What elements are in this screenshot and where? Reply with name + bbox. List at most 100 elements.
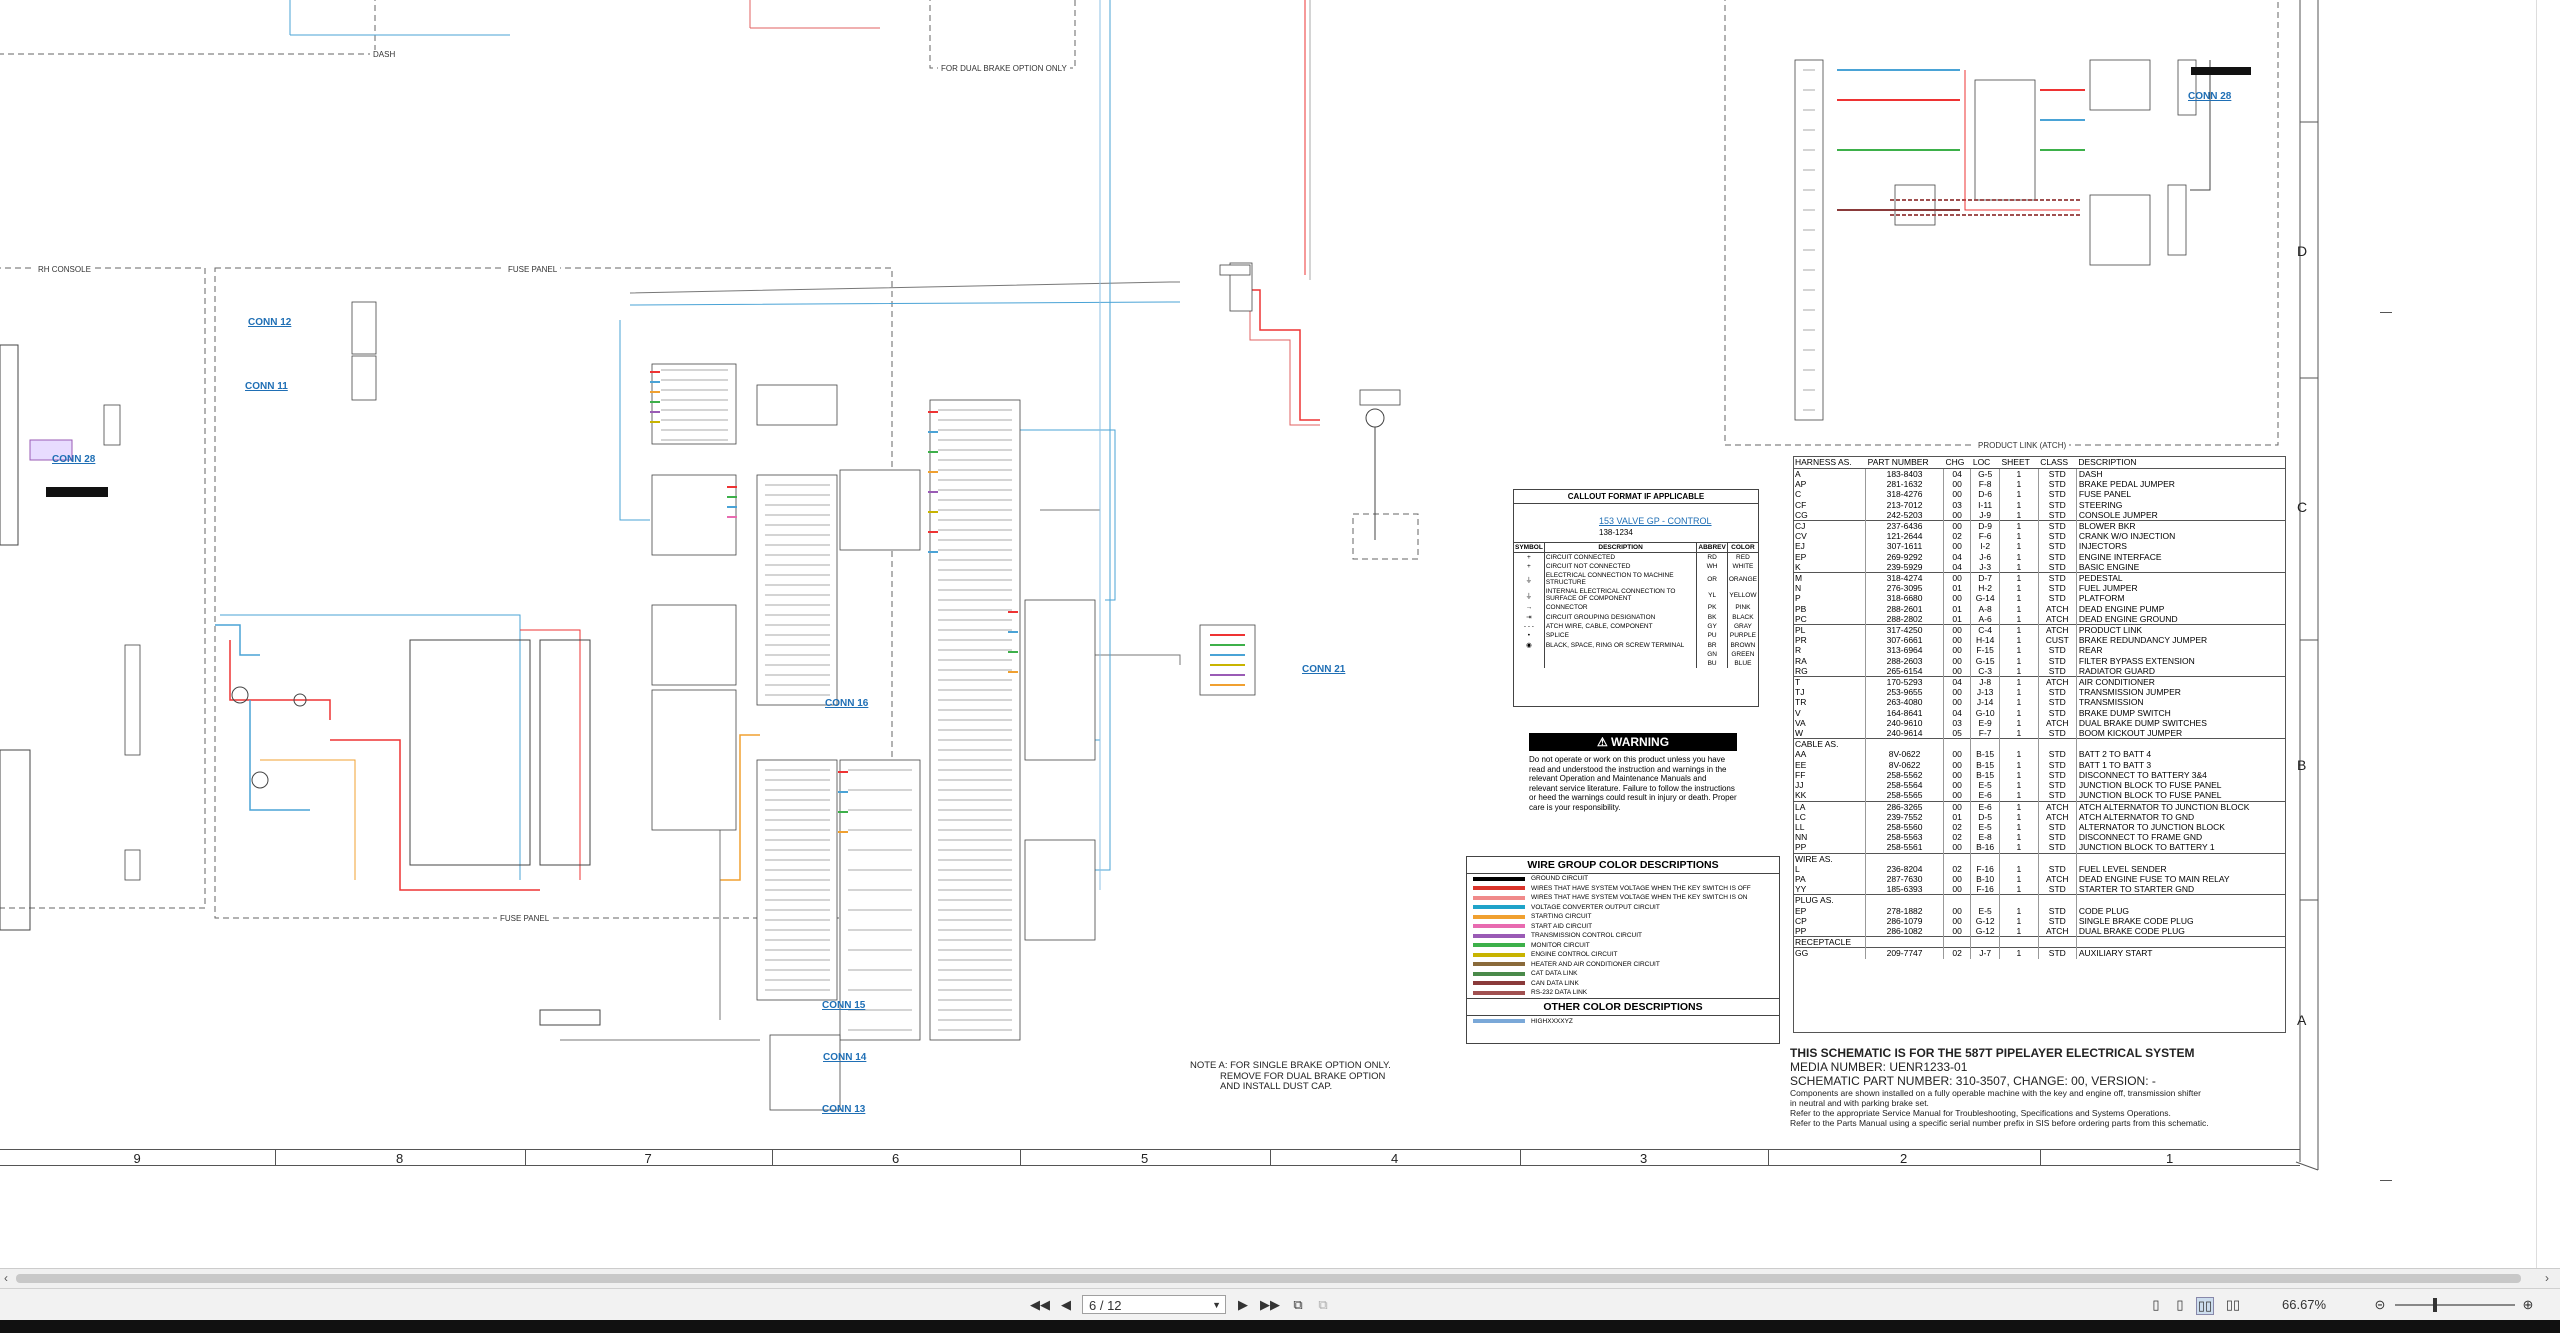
warning-title-text: WARNING <box>1611 735 1670 749</box>
callout-description: INTERNAL ELECTRICAL CONNECTION TO SURFAC… <box>1544 587 1698 603</box>
harness-cell: 00 <box>1943 884 1972 895</box>
document-viewport[interactable]: DASH RH CONSOLE FUSE PANEL FUSE PANEL FO… <box>0 0 2320 1268</box>
harness-cell: 258-5563 <box>1865 832 1944 843</box>
wire-group-item: START AID CIRCUIT <box>1467 922 1779 932</box>
last-page-icon[interactable]: ▶▶ <box>1260 1297 1280 1313</box>
harness-cell: ATCH <box>2038 624 2077 636</box>
harness-cell: J-3 <box>1970 561 2000 573</box>
harness-cell: EP <box>1793 551 1867 562</box>
harness-cell: 1 <box>1999 769 2039 781</box>
harness-cell: NN <box>1793 832 1867 843</box>
callout-color: YELLOW <box>1729 591 1757 599</box>
harness-cell <box>1943 738 1972 750</box>
harness-cell: 00 <box>1943 645 1972 656</box>
harness-cell: 183-8403 <box>1865 468 1944 480</box>
harness-cell <box>1943 894 1972 906</box>
harness-cell: ATCH <box>2038 800 2077 812</box>
conn-15-link[interactable]: CONN 15 <box>822 1000 865 1011</box>
harness-cell: E-8 <box>1970 832 2000 843</box>
callout-row: - - - ATCH WIRE, CABLE, COMPONENT GY GRAY <box>1514 622 1758 631</box>
conn-28-right-link[interactable]: CONN 28 <box>2188 91 2231 102</box>
harness-cell: 1 <box>1999 624 2039 636</box>
zoom-slider[interactable] <box>2395 1304 2515 1306</box>
harness-cell: F-15 <box>1970 645 2000 656</box>
continuous-view-icon[interactable]: ▯ <box>2172 1297 2188 1313</box>
conn-16-link[interactable]: CONN 16 <box>825 698 868 709</box>
harness-cell: E-6 <box>1970 790 2000 801</box>
callout-table: SYMBOL DESCRIPTION ABBREV COLOR + CIRCUIT… <box>1514 543 1758 668</box>
harness-cell: J-9 <box>1970 509 2000 521</box>
harness-cell: 00 <box>1943 479 1972 490</box>
harness-cell: 02 <box>1943 821 1972 833</box>
harness-cell: PRODUCT LINK <box>2076 624 2286 636</box>
chevron-down-icon[interactable]: ▼ <box>1212 1296 1221 1315</box>
harness-cell: 1 <box>1999 613 2039 625</box>
harness-cell: 258-5564 <box>1865 780 1944 791</box>
conn-14-link[interactable]: CONN 14 <box>823 1052 866 1063</box>
scroll-left-icon[interactable]: ‹ <box>4 1271 8 1285</box>
callout-symbol-icon <box>1514 659 1545 668</box>
zoom-slider-thumb[interactable] <box>2433 1298 2437 1312</box>
conn-21-link[interactable]: CONN 21 <box>1302 664 1345 675</box>
scroll-right-icon[interactable]: › <box>2545 1271 2549 1285</box>
harness-cell: STD <box>2038 645 2077 656</box>
grid-divider <box>1270 1149 1271 1165</box>
harness-cell: 8V-0622 <box>1865 759 1944 770</box>
fit-page-icon[interactable]: ⧉ <box>1290 1297 1306 1313</box>
harness-cell: G-12 <box>1970 915 2000 926</box>
harness-cell: 1 <box>1999 863 2039 874</box>
harness-row: TJ 253-9655 00 J-13 1 STD TRANSMISSION JUMPER <box>1793 687 2286 698</box>
harness-cell: CONSOLE JUMPER <box>2078 509 2158 520</box>
harness-cell <box>1970 936 2000 948</box>
scroll-thumb[interactable] <box>16 1274 2521 1283</box>
first-page-icon[interactable]: ◀◀ <box>1030 1297 1050 1313</box>
harness-cell: 318-4274 <box>1865 572 1944 584</box>
harness-cell: CRANK W/O INJECTION <box>2078 531 2176 542</box>
zoom-in-icon[interactable]: ⊕ <box>2520 1297 2536 1313</box>
next-page-icon[interactable]: ▶ <box>1235 1297 1251 1313</box>
wire-group-item: TRANSMISSION CONTROL CIRCUIT <box>1467 931 1779 941</box>
rotate-icon[interactable]: ⧉ <box>1315 1297 1331 1313</box>
harness-row: PC 288-2802 01 A-6 1 ATCH DEAD ENGINE GROUND <box>1793 613 2286 625</box>
harness-cell: CF <box>1793 499 1867 510</box>
callout-color: GREEN <box>1731 651 1755 658</box>
grid-divider <box>275 1149 276 1165</box>
harness-cell <box>1865 936 1944 948</box>
harness-cell: B-10 <box>1970 873 2000 885</box>
grid-divider <box>1768 1149 1769 1165</box>
harness-row: RA 288-2603 00 G-15 1 STD FILTER BYPASS EXTENS… <box>1793 655 2286 666</box>
harness-table: HARNESS AS. PART NUMBER CHG LOC SHEET CLASS DE… <box>1793 456 2286 959</box>
harness-cell: 1 <box>1999 707 2039 718</box>
harness-cell: JUNCTION BLOCK TO FUSE PANEL <box>2078 780 2222 791</box>
harness-cell: CABLE AS. <box>1793 738 1867 750</box>
harness-cell: BRAKE DUMP SWITCH <box>2078 707 2171 718</box>
zoom-out-icon[interactable]: ⊝ <box>2372 1297 2388 1313</box>
title-line-3: SCHEMATIC PART NUMBER: 310-3507, CHANGE:… <box>1790 1074 2156 1088</box>
single-page-view-icon[interactable]: ▯ <box>2148 1297 2164 1313</box>
previous-page-icon[interactable]: ◀ <box>1058 1297 1074 1313</box>
harness-cell: 1 <box>1999 561 2039 573</box>
horizontal-scrollbar[interactable]: ‹ › <box>0 1268 2560 1289</box>
harness-row: RECEPTACLE <box>1793 936 2286 948</box>
conn-11-link[interactable]: CONN 11 <box>245 381 288 392</box>
harness-row: LL 258-5560 02 E-5 1 STD ALTERNATOR TO JUNCTIO… <box>1793 821 2286 833</box>
callout-header-description: DESCRIPTION <box>1544 543 1698 553</box>
harness-cell: 286-1082 <box>1865 925 1944 937</box>
harness-cell: 1 <box>1999 832 2039 843</box>
conn-28-link[interactable]: CONN 28 <box>52 454 95 465</box>
two-page-view-icon[interactable]: ▯▯ <box>2196 1297 2214 1315</box>
harness-cell: 307-6661 <box>1865 635 1944 646</box>
harness-cell: CG <box>1793 509 1867 521</box>
harness-header: LOC <box>1970 456 2000 469</box>
harness-cell: STD <box>2038 687 2077 698</box>
wire-group-label: WIRES THAT HAVE SYSTEM VOLTAGE WHEN THE … <box>1531 894 1748 902</box>
zoom-level[interactable]: 66.67% <box>2282 1297 2326 1312</box>
harness-cell: EE <box>1793 759 1867 770</box>
harness-cell: 05 <box>1943 728 1972 739</box>
two-page-continuous-icon[interactable]: ▯▯ <box>2225 1297 2241 1313</box>
page-number-field[interactable]: 6 / 12 ▼ <box>1082 1295 1226 1314</box>
conn-12-link[interactable]: CONN 12 <box>248 317 291 328</box>
grid-row-label: A <box>2297 1012 2307 1028</box>
conn-13-link[interactable]: CONN 13 <box>822 1104 865 1115</box>
grid-column-label: 7 <box>644 1151 652 1166</box>
